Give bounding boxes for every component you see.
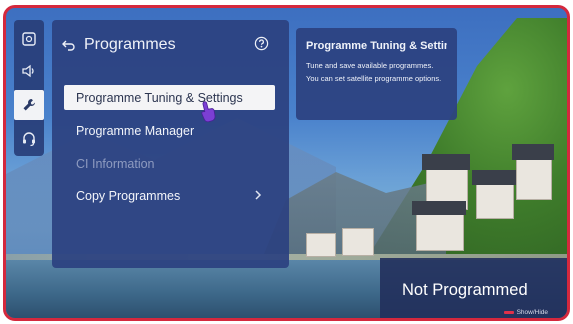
red-key-icon	[503, 311, 514, 314]
help-icon[interactable]	[254, 36, 269, 51]
sound-settings-button[interactable]	[14, 56, 44, 86]
background-roof	[422, 154, 470, 170]
chevron-right-icon	[255, 190, 262, 200]
description-body: Tune and save available programmes. You …	[306, 61, 442, 83]
magic-remote-pointer-icon	[201, 101, 216, 123]
not-programmed-text: Not Programmed	[402, 281, 528, 299]
menu-item-copy-programmes[interactable]: Copy Programmes	[64, 183, 275, 208]
menu-item-programme-tuning[interactable]: Programme Tuning & Settings	[64, 85, 275, 110]
background-roof	[472, 170, 516, 185]
background-roof	[512, 144, 554, 160]
background-house	[306, 233, 336, 257]
wrench-icon	[23, 99, 35, 111]
menu-item-ci-information: CI Information	[64, 151, 275, 176]
background-house	[516, 158, 552, 200]
description-title: Programme Tuning & Settin	[306, 40, 447, 52]
menu-item-label: CI Information	[76, 156, 155, 171]
menu-item-label: Programme Manager	[76, 123, 195, 138]
menu-item-label: Copy Programmes	[76, 188, 181, 203]
background-house	[342, 228, 374, 256]
show-hide-label: Show/Hide	[516, 309, 548, 316]
settings-category-sidebar	[14, 20, 44, 156]
programmes-menu: Programmes Programme Tuning & Settings P…	[52, 20, 289, 268]
tv-screen-frame: Programmes Programme Tuning & Settings P…	[3, 5, 570, 321]
menu-item-programme-manager[interactable]: Programme Manager	[64, 118, 275, 143]
sound-icon	[22, 64, 34, 78]
picture-settings-icon	[22, 32, 36, 46]
not-programmed-banner: Not Programmed Show/Hide	[380, 258, 567, 318]
back-arrow-icon[interactable]	[62, 38, 76, 52]
background-house	[476, 183, 514, 219]
background-roof	[412, 201, 466, 215]
picture-settings-button[interactable]	[14, 24, 44, 54]
menu-title: Programmes	[84, 36, 176, 53]
background-house	[416, 213, 464, 251]
headset-support-icon	[23, 132, 35, 147]
show-hide-hint[interactable]: Show/Hide	[503, 309, 548, 316]
support-button[interactable]	[14, 124, 44, 154]
menu-item-description-panel: Programme Tuning & Settin Tune and save …	[296, 28, 457, 120]
menu-header: Programmes	[62, 33, 279, 57]
general-settings-button[interactable]	[14, 90, 44, 120]
